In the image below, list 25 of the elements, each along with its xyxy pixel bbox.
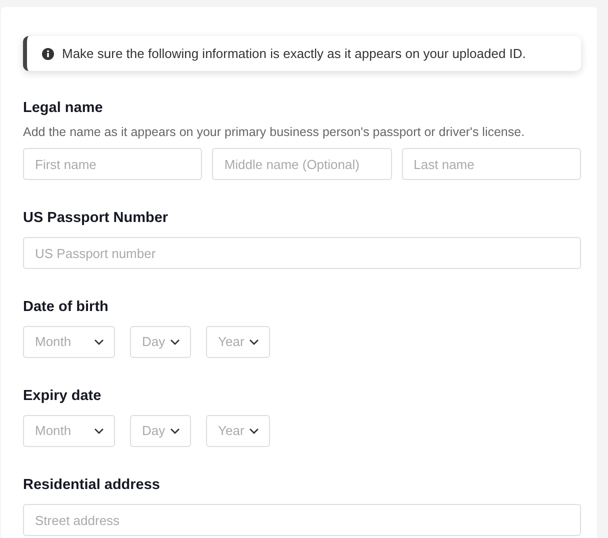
hint-text: Add the name as it appears on your primary business person's passport or driver's license. <box>23 124 526 140</box>
notice-text: Make sure the following information is exactly as it appears on your uploaded ID. <box>62 44 526 63</box>
chevron-down-icon <box>170 428 180 434</box>
section-label: Date of birth <box>23 298 110 317</box>
dropdown[interactable]: Month <box>23 326 115 358</box>
section-label: US Passport Number <box>23 209 170 228</box>
input-field[interactable]: Middle name (Optional) <box>212 148 392 180</box>
section-label: Legal name <box>23 99 104 118</box>
chevron-down-icon <box>170 339 180 345</box>
dropdown[interactable]: Year <box>206 326 270 358</box>
chevron-down-icon <box>94 339 104 345</box>
info-icon <box>42 48 54 60</box>
input-field[interactable]: US Passport number <box>23 237 581 269</box>
input-field[interactable]: Last name <box>402 148 581 180</box>
section-label: Expiry date <box>23 387 102 406</box>
section-label: Residential address <box>23 476 161 495</box>
chevron-down-icon <box>249 339 259 345</box>
chevron-down-icon <box>249 428 259 434</box>
dropdown[interactable]: Day <box>130 326 191 358</box>
input-field[interactable]: Street address <box>23 504 581 536</box>
input-field[interactable]: First name <box>23 148 202 180</box>
dropdown[interactable]: Year <box>206 415 270 447</box>
dropdown[interactable]: Day <box>130 415 191 447</box>
dropdown[interactable]: Month <box>23 415 115 447</box>
chevron-down-icon <box>94 428 104 434</box>
